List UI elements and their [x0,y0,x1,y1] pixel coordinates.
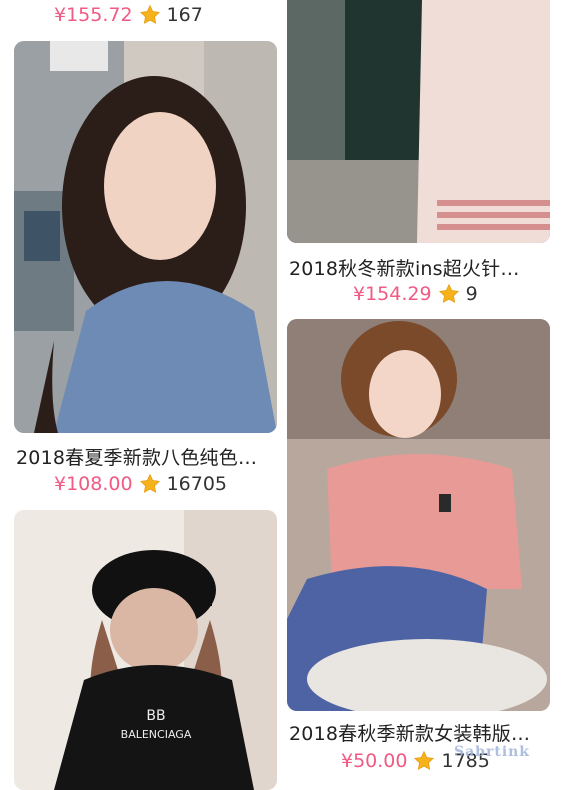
product-price: ¥154.29 [353,283,432,305]
product-image[interactable]: BB BALENCIAGA [14,510,277,790]
product-image[interactable] [287,319,550,711]
product-sales-count: 9 [465,283,478,305]
star-icon [139,473,160,493]
product-meta: ¥108.00 16705 [54,471,227,497]
product-sales-count: 167 [166,4,203,26]
watermark: Sabrtink [454,744,531,760]
product-title[interactable]: 2018秋冬新款ins超火针… [289,254,551,281]
product-sales-count: 16705 [166,473,228,495]
star-icon [438,283,459,303]
product-title[interactable]: 2018春秋季新款女装韩版… [289,719,551,746]
product-meta-0: ¥155.72 167 [54,2,203,28]
product-image[interactable] [14,41,277,433]
product-image[interactable] [287,0,550,243]
product-price: ¥108.00 [54,473,133,495]
svg-text:BALENCIAGA: BALENCIAGA [121,728,192,741]
svg-text:BB: BB [146,708,165,724]
star-icon [414,750,435,770]
product-meta: ¥154.29 9 [353,281,478,307]
product-price: ¥155.72 [54,4,133,26]
product-price: ¥50.00 [341,750,408,772]
star-icon [139,4,160,24]
product-title[interactable]: 2018春夏季新款八色纯色… [16,443,278,470]
